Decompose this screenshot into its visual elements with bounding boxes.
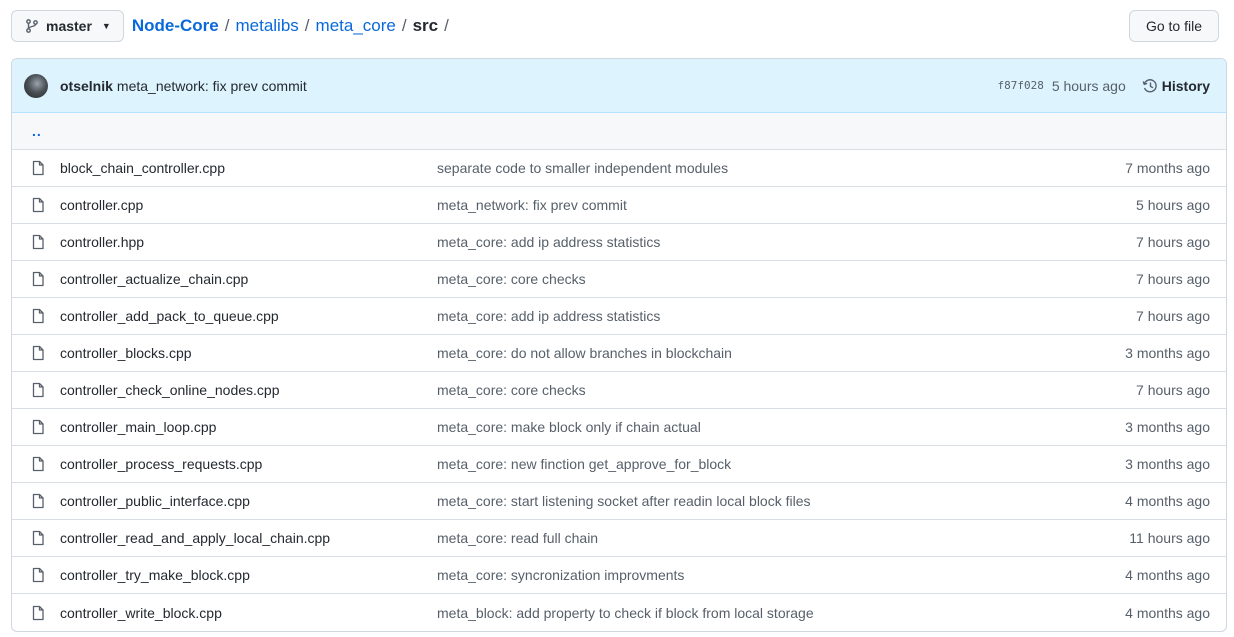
- file-icon: [32, 308, 44, 324]
- breadcrumb-separator: /: [224, 16, 230, 35]
- file-commit-age: 3 months ago: [1125, 456, 1210, 472]
- breadcrumb-repo-link[interactable]: Node-Core: [132, 16, 219, 36]
- history-label: History: [1161, 77, 1210, 94]
- file-commit-age: 7 hours ago: [1136, 271, 1210, 287]
- file-name-link[interactable]: controller_check_online_nodes.cpp: [60, 382, 437, 398]
- file-commit-message-link[interactable]: meta_network: fix prev commit: [437, 197, 1090, 213]
- table-row: controller.cpp meta_network: fix prev com…: [12, 187, 1226, 224]
- file-icon: [32, 530, 44, 546]
- branch-name: master: [46, 18, 92, 34]
- file-icon: [32, 456, 44, 472]
- breadcrumb-meta-core-link[interactable]: meta_core: [316, 16, 396, 36]
- history-clock-icon: [1142, 78, 1157, 92]
- breadcrumb: Node-Core / metalibs / meta_core / src /: [132, 16, 449, 36]
- file-icon: [32, 271, 44, 287]
- file-commit-age: 7 hours ago: [1136, 308, 1210, 324]
- chevron-down-icon: ▼: [101, 21, 111, 31]
- file-name-link[interactable]: controller_read_and_apply_local_chain.cp…: [60, 530, 437, 546]
- file-commit-message-link[interactable]: meta_block: add property to check if blo…: [437, 605, 1090, 621]
- file-list: block_chain_controller.cpp separate code …: [12, 150, 1226, 631]
- commit-message-link[interactable]: meta_network: fix prev commit: [117, 78, 307, 94]
- file-icon: [32, 605, 44, 620]
- file-name-link[interactable]: controller_actualize_chain.cpp: [60, 271, 437, 287]
- file-icon: [32, 160, 44, 176]
- file-commit-age: 11 hours ago: [1129, 530, 1210, 546]
- parent-directory-link[interactable]: ..: [32, 123, 42, 139]
- breadcrumb-separator: /: [304, 16, 310, 35]
- breadcrumb-metalibs-link[interactable]: metalibs: [235, 16, 298, 36]
- breadcrumb-current: src: [412, 16, 439, 35]
- repo-header: master ▼ Node-Core / metalibs / meta_cor…: [11, 10, 1219, 42]
- breadcrumb-separator: /: [444, 16, 449, 35]
- file-icon: [32, 197, 44, 213]
- file-commit-age: 4 months ago: [1125, 493, 1210, 509]
- file-name-link[interactable]: block_chain_controller.cpp: [60, 160, 437, 176]
- table-row: controller_main_loop.cpp meta_core: make …: [12, 409, 1226, 446]
- table-row: controller.hpp meta_core: add ip address …: [12, 224, 1226, 261]
- table-row: controller_read_and_apply_local_chain.cp…: [12, 520, 1226, 557]
- table-row: block_chain_controller.cpp separate code …: [12, 150, 1226, 187]
- table-row: controller_blocks.cpp meta_core: do not a…: [12, 335, 1226, 372]
- git-branch-icon: [26, 19, 38, 33]
- file-commit-message-link[interactable]: meta_core: do not allow branches in bloc…: [437, 345, 1090, 361]
- go-to-file-button[interactable]: Go to file: [1128, 10, 1219, 42]
- file-commit-message-link[interactable]: meta_core: core checks: [437, 382, 1090, 398]
- commit-sha-link[interactable]: f87f028: [997, 79, 1043, 92]
- file-name-link[interactable]: controller_blocks.cpp: [60, 345, 437, 361]
- file-name-link[interactable]: controller_write_block.cpp: [60, 605, 437, 621]
- commit-author-link[interactable]: otselnik: [60, 78, 113, 94]
- file-commit-age: 7 months ago: [1125, 160, 1210, 176]
- file-commit-message-link[interactable]: meta_core: start listening socket after …: [437, 493, 1090, 509]
- file-icon: [32, 345, 44, 361]
- file-commit-message-link[interactable]: meta_core: read full chain: [437, 530, 1090, 546]
- parent-directory-row: ..: [12, 113, 1226, 150]
- file-icon: [32, 234, 44, 250]
- file-name-link[interactable]: controller_add_pack_to_queue.cpp: [60, 308, 437, 324]
- file-commit-age: 3 months ago: [1125, 419, 1210, 435]
- file-commit-message-link[interactable]: meta_core: make block only if chain actu…: [437, 419, 1090, 435]
- table-row: controller_actualize_chain.cpp meta_core:…: [12, 261, 1226, 298]
- file-icon: [32, 419, 44, 435]
- file-commit-age: 4 months ago: [1125, 604, 1210, 621]
- file-icon: [32, 567, 44, 583]
- file-commit-age: 5 hours ago: [1136, 197, 1210, 213]
- table-row: controller_check_online_nodes.cpp meta_co…: [12, 372, 1226, 409]
- table-row: controller_process_requests.cpp meta_core…: [12, 446, 1226, 483]
- breadcrumb-separator: /: [401, 16, 407, 35]
- file-commit-age: 7 hours ago: [1136, 234, 1210, 250]
- file-name-link[interactable]: controller_main_loop.cpp: [60, 419, 437, 435]
- file-commit-message-link[interactable]: meta_core: new finction get_approve_for_…: [437, 456, 1090, 472]
- file-commit-age: 7 hours ago: [1136, 382, 1210, 398]
- file-commit-message-link[interactable]: separate code to smaller independent mod…: [437, 160, 1090, 176]
- file-browser: otselnik meta_network: fix prev commit f…: [11, 58, 1227, 632]
- file-commit-age: 3 months ago: [1125, 345, 1210, 361]
- file-name-link[interactable]: controller_process_requests.cpp: [60, 456, 437, 472]
- latest-commit-bar: otselnik meta_network: fix prev commit f…: [12, 59, 1226, 113]
- file-name-link[interactable]: controller.hpp: [60, 234, 437, 250]
- history-link[interactable]: History: [1142, 78, 1210, 94]
- commit-meta: f87f028 5 hours ago History: [997, 78, 1210, 94]
- file-name-link[interactable]: controller_public_interface.cpp: [60, 493, 437, 509]
- file-commit-message-link[interactable]: meta_core: add ip address statistics: [437, 308, 1090, 324]
- file-commit-age: 4 months ago: [1125, 567, 1210, 583]
- file-commit-message-link[interactable]: meta_core: add ip address statistics: [437, 234, 1090, 250]
- file-commit-message-link[interactable]: meta_core: core checks: [437, 271, 1090, 287]
- branch-select-button[interactable]: master ▼: [11, 10, 124, 42]
- commit-time: 5 hours ago: [1051, 77, 1126, 94]
- table-row: controller_public_interface.cpp meta_core…: [12, 483, 1226, 520]
- file-name-link[interactable]: controller_try_make_block.cpp: [60, 567, 437, 583]
- file-commit-message-link[interactable]: meta_core: syncronization improvments: [437, 567, 1090, 583]
- avatar[interactable]: [24, 73, 48, 98]
- table-row: controller_try_make_block.cpp meta_core: …: [12, 557, 1226, 594]
- table-row: controller_add_pack_to_queue.cpp meta_cor…: [12, 298, 1226, 335]
- file-icon: [32, 493, 44, 509]
- table-row: controller_write_block.cpp meta_block: ad…: [12, 594, 1226, 631]
- file-icon: [32, 382, 44, 398]
- file-name-link[interactable]: controller.cpp: [60, 197, 437, 213]
